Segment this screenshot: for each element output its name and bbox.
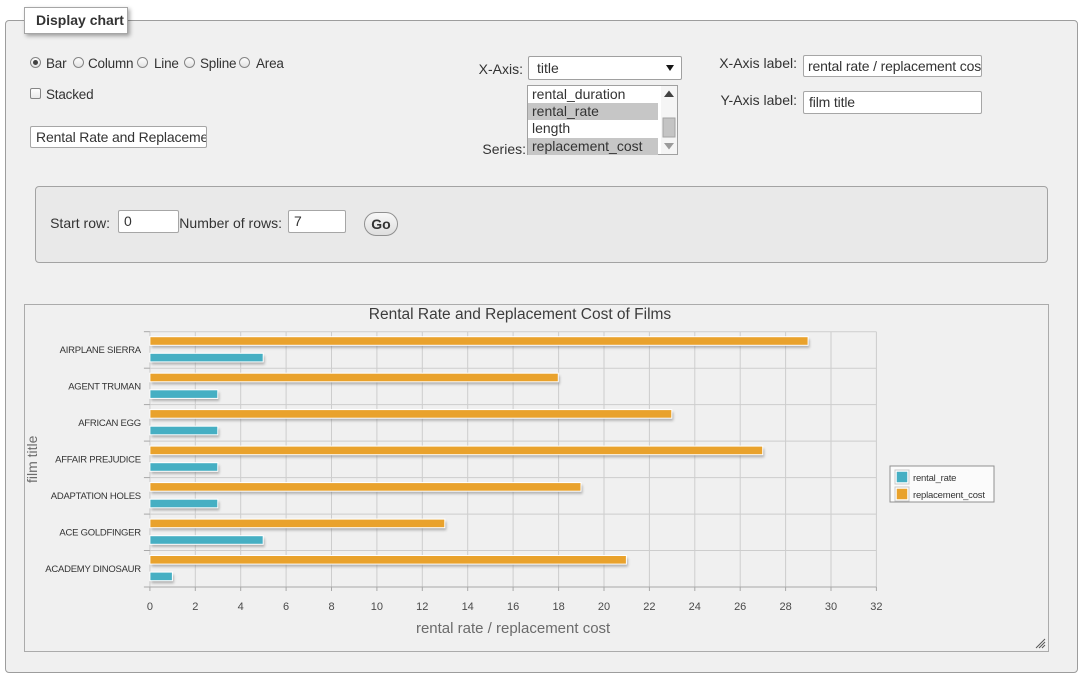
svg-text:rental_rate: rental_rate: [913, 473, 956, 484]
svg-text:12: 12: [416, 601, 428, 613]
svg-text:4: 4: [238, 601, 244, 613]
svg-text:30: 30: [825, 601, 837, 613]
svg-text:AFRICAN EGG: AFRICAN EGG: [78, 418, 141, 429]
svg-text:16: 16: [507, 601, 519, 613]
svg-text:ADAPTATION HOLES: ADAPTATION HOLES: [51, 491, 141, 502]
svg-text:replacement_cost: replacement_cost: [913, 490, 985, 501]
svg-text:AGENT TRUMAN: AGENT TRUMAN: [68, 382, 141, 393]
svg-text:0: 0: [147, 601, 153, 613]
svg-text:14: 14: [462, 601, 474, 613]
svg-text:28: 28: [779, 601, 791, 613]
svg-text:24: 24: [689, 601, 701, 613]
svg-text:ACADEMY DINOSAUR: ACADEMY DINOSAUR: [45, 564, 141, 575]
svg-text:AFFAIR PREJUDICE: AFFAIR PREJUDICE: [55, 455, 141, 466]
svg-text:10: 10: [371, 601, 383, 613]
svg-text:20: 20: [598, 601, 610, 613]
svg-text:rental rate / replacement cost: rental rate / replacement cost: [416, 620, 611, 637]
svg-text:18: 18: [552, 601, 564, 613]
svg-text:Rental Rate and Replacement Co: Rental Rate and Replacement Cost of Film…: [369, 306, 672, 323]
svg-text:AIRPLANE SIERRA: AIRPLANE SIERRA: [60, 345, 142, 356]
svg-text:ACE GOLDFINGER: ACE GOLDFINGER: [59, 528, 141, 539]
svg-text:26: 26: [734, 601, 746, 613]
svg-text:8: 8: [328, 601, 334, 613]
svg-text:22: 22: [643, 601, 655, 613]
svg-text:6: 6: [283, 601, 289, 613]
svg-text:32: 32: [870, 601, 882, 613]
svg-text:2: 2: [192, 601, 198, 613]
svg-text:film title: film title: [25, 435, 40, 483]
